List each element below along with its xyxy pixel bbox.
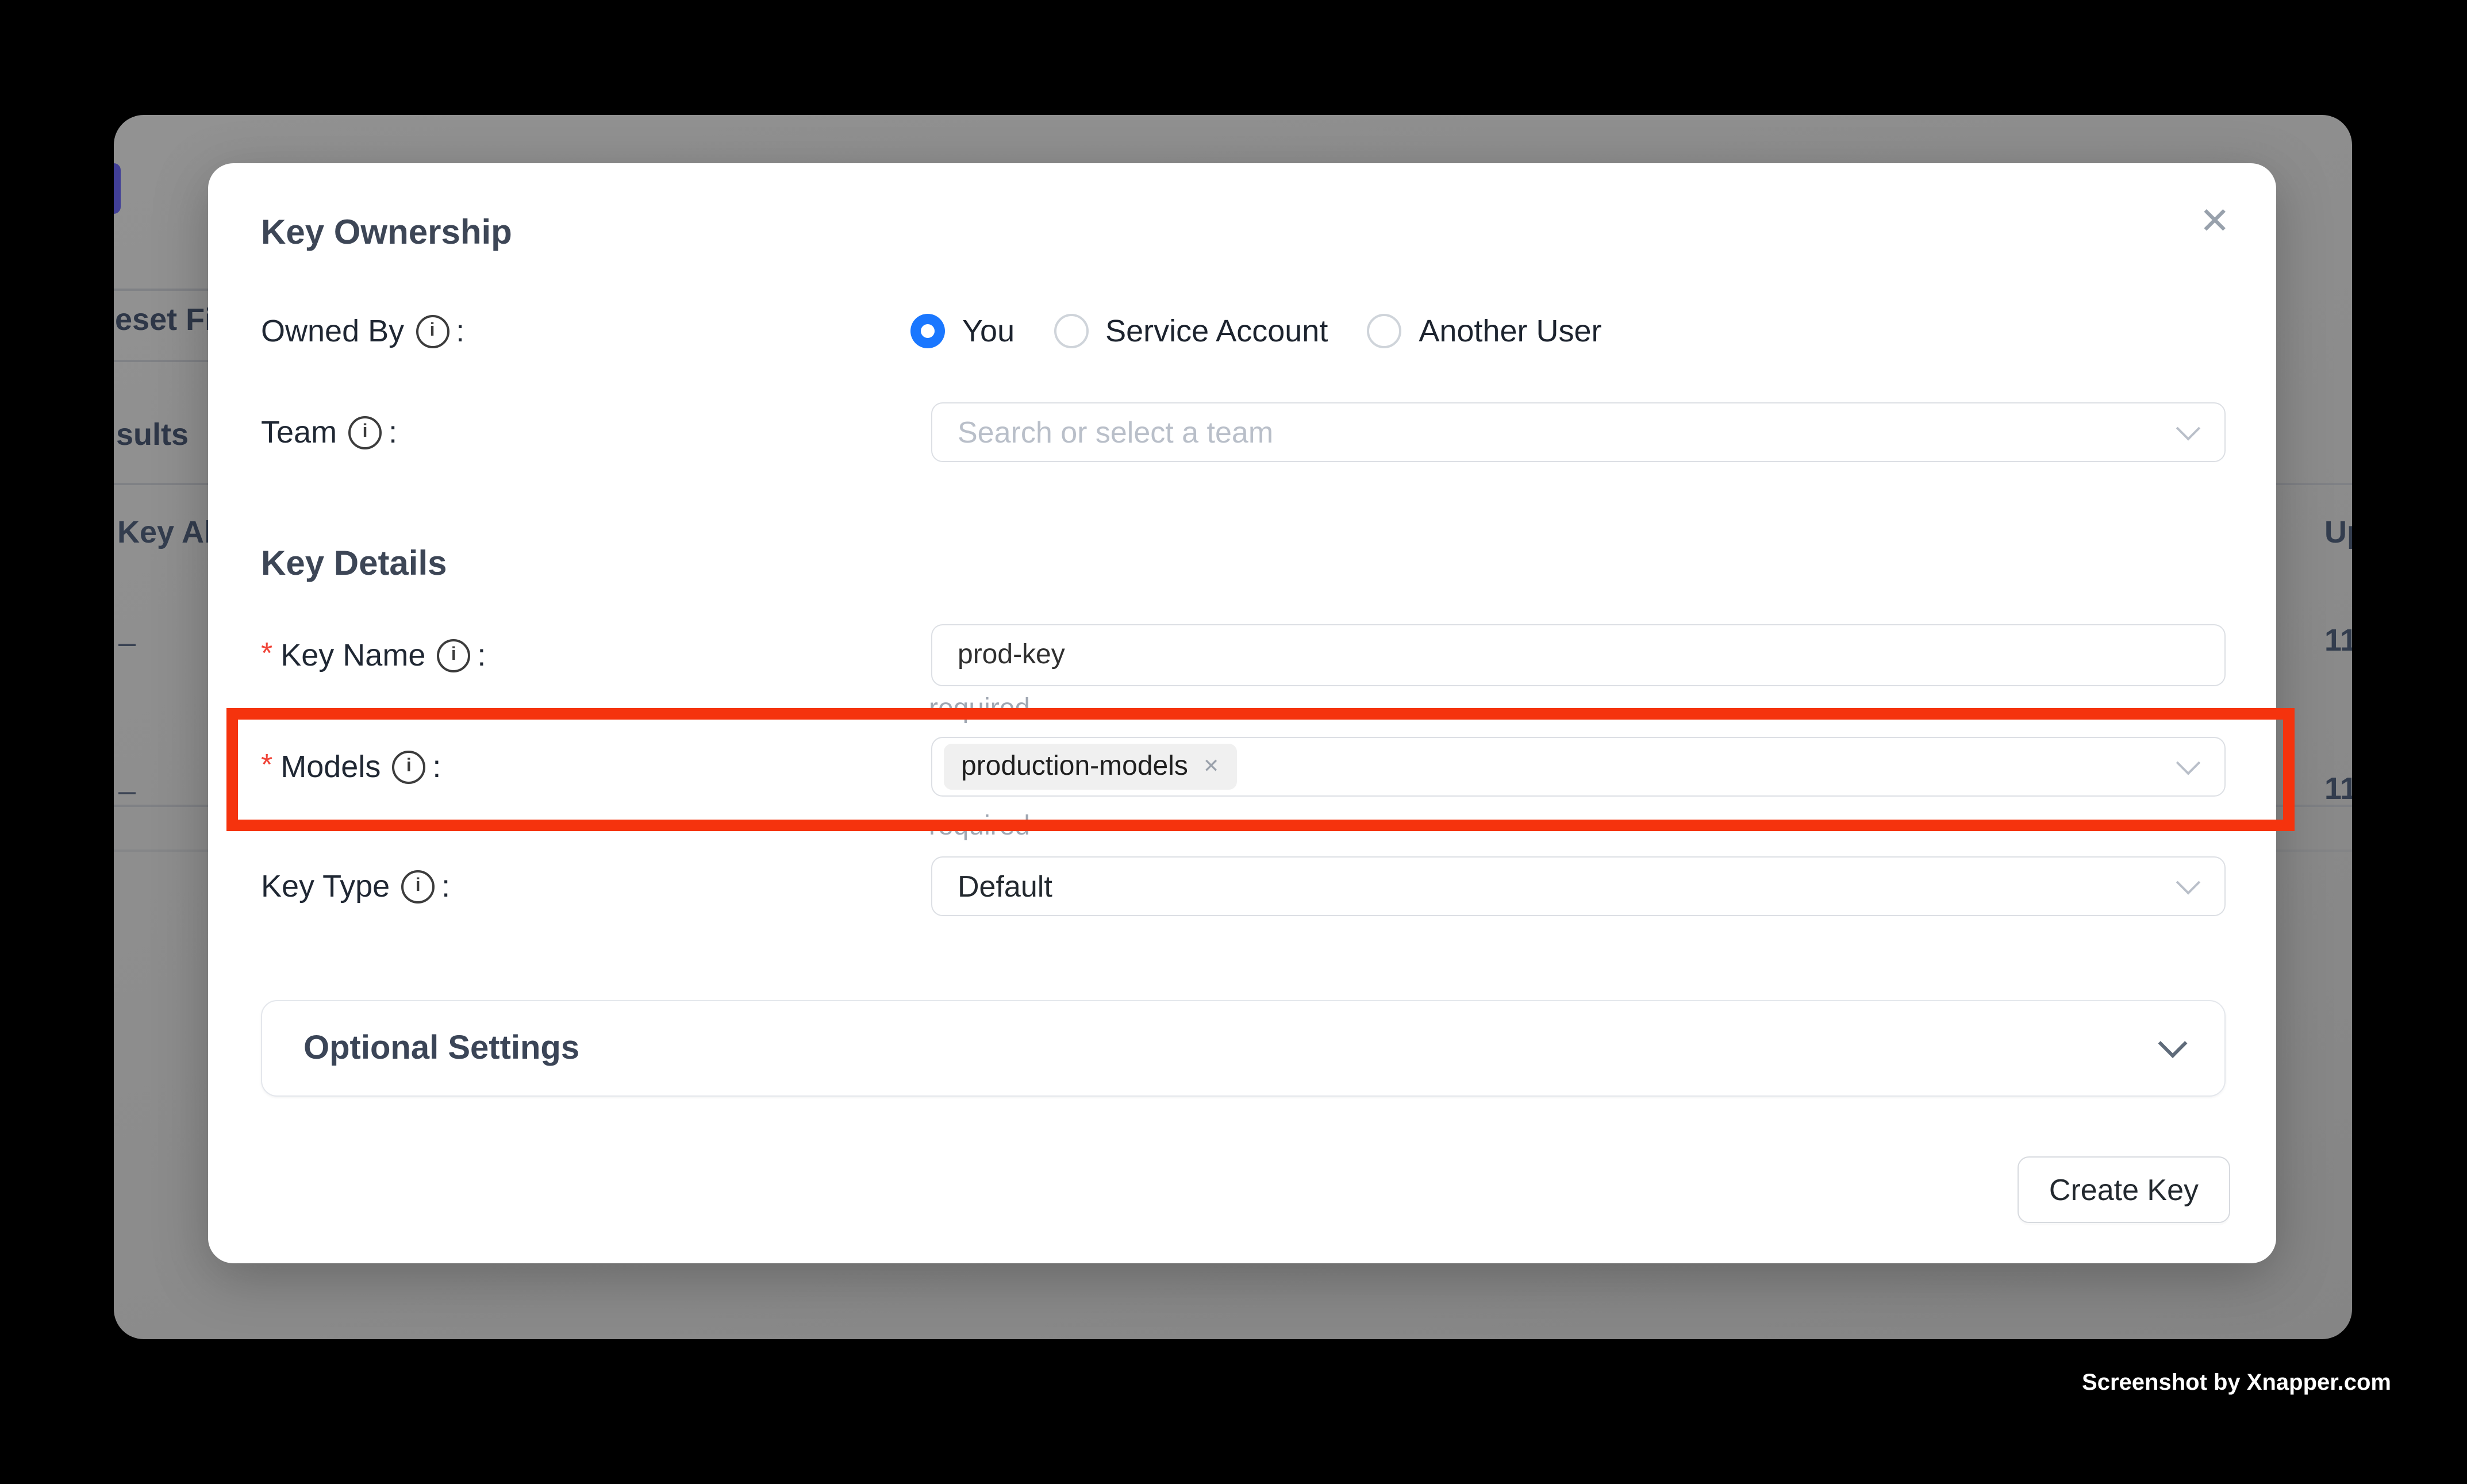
owned-by-radio-group: You Service Account Another User: [910, 312, 1641, 351]
key-name-value: prod-key: [958, 639, 1065, 671]
radio-label: Service Account: [1105, 313, 1328, 349]
owned-by-label: Owned By i :: [261, 312, 464, 351]
team-label-text: Team: [261, 414, 337, 450]
model-tag: production-models ✕: [944, 744, 1236, 790]
section-title-key-ownership: Key Ownership: [261, 214, 512, 253]
models-required-message: required: [929, 810, 1030, 843]
team-select-placeholder: Search or select a team: [958, 414, 1273, 450]
info-icon[interactable]: i: [416, 314, 449, 348]
model-tag-label: production-models: [961, 751, 1188, 783]
colon: :: [477, 637, 486, 673]
section-title-key-details: Key Details: [261, 545, 447, 584]
radio-option-service-account[interactable]: Service Account: [1054, 313, 1328, 349]
watermark-text: Screenshot by Xnapper.com: [2082, 1370, 2391, 1397]
radio-option-you[interactable]: You: [910, 313, 1015, 349]
key-name-input[interactable]: prod-key: [931, 624, 2226, 686]
table-row: –: [118, 774, 136, 809]
key-name-label-text: Key Name: [280, 637, 425, 673]
remove-tag-icon[interactable]: ✕: [1203, 755, 1220, 778]
create-key-modal: Key Ownership ✕ Owned By i : You Service…: [208, 163, 2276, 1263]
table-row: 11/: [2324, 623, 2352, 659]
radio-option-another-user[interactable]: Another User: [1367, 313, 1601, 349]
colon: :: [389, 414, 397, 450]
chevron-down-icon: [2176, 870, 2200, 894]
radio-label: Another User: [1419, 313, 1601, 349]
key-name-label: * Key Name i :: [261, 636, 486, 675]
info-icon[interactable]: i: [401, 870, 435, 903]
create-key-button[interactable]: Create Key: [2018, 1156, 2230, 1223]
chevron-down-icon: [2176, 416, 2200, 440]
models-select[interactable]: production-models ✕: [931, 737, 2226, 797]
results-count-fragment: sults: [116, 417, 189, 453]
required-asterisk: *: [261, 749, 272, 779]
optional-settings-title: Optional Settings: [303, 1029, 579, 1067]
screenshot-stage: eset Filt sults Key Alia Up – 11/ – 11/ …: [0, 0, 2467, 1484]
team-label: Team i :: [261, 413, 397, 452]
key-name-required-message: required: [929, 693, 1030, 725]
radio-label: You: [962, 313, 1015, 349]
radio-unselected-icon[interactable]: [1054, 314, 1088, 348]
team-select[interactable]: Search or select a team: [931, 402, 2226, 462]
info-icon[interactable]: i: [392, 750, 425, 783]
colon: :: [432, 749, 441, 785]
radio-unselected-icon[interactable]: [1367, 314, 1401, 348]
optional-settings-panel[interactable]: Optional Settings: [261, 1000, 2226, 1097]
required-asterisk: *: [261, 638, 272, 668]
info-icon[interactable]: i: [348, 416, 382, 449]
info-icon[interactable]: i: [437, 639, 470, 672]
chevron-down-icon: [2158, 1029, 2188, 1058]
owned-by-label-text: Owned By: [261, 313, 404, 349]
table-row: 11/: [2324, 771, 2352, 807]
key-type-value: Default: [958, 868, 1052, 904]
colon: :: [456, 313, 464, 349]
models-label: * Models i :: [261, 747, 441, 786]
close-icon[interactable]: ✕: [2199, 202, 2230, 239]
table-row: –: [118, 625, 136, 661]
radio-selected-icon[interactable]: [910, 314, 945, 348]
column-header-updated: Up: [2324, 515, 2352, 551]
key-type-select[interactable]: Default: [931, 856, 2226, 916]
chevron-down-icon: [2176, 751, 2200, 775]
colon: :: [441, 868, 450, 904]
models-label-text: Models: [280, 749, 381, 785]
key-type-label-text: Key Type: [261, 868, 390, 904]
key-type-label: Key Type i :: [261, 867, 450, 906]
create-key-button-fragment[interactable]: [114, 163, 121, 214]
